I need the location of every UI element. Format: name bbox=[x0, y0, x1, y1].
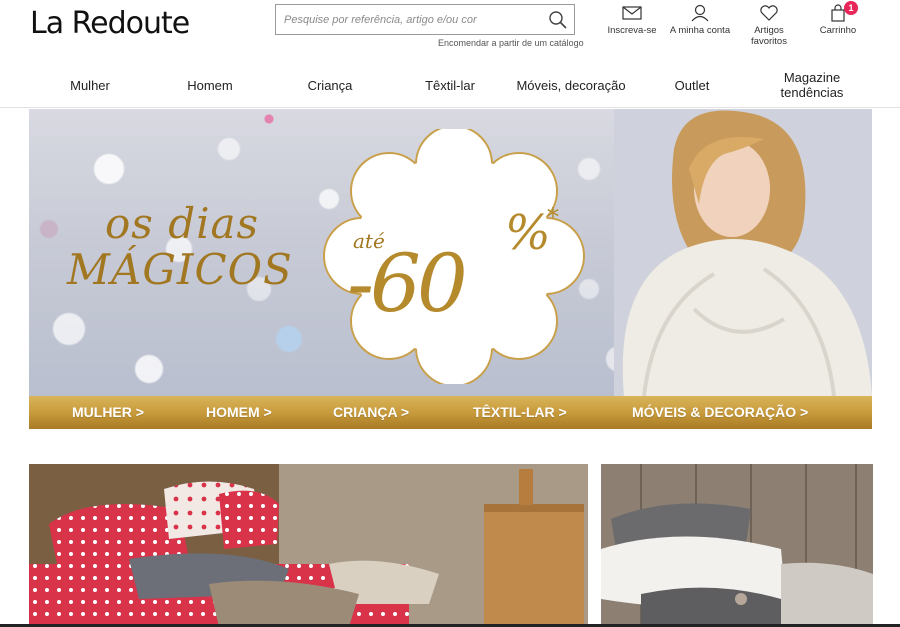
nav-item-textil-lar[interactable]: Têxtil-lar bbox=[410, 62, 490, 108]
hero-banner[interactable]: os dias MÁGICOS até -60 % * MULHER > HOM… bbox=[29, 109, 872, 429]
favorites-button[interactable]: Artigos favoritos bbox=[737, 4, 801, 47]
nav-item-outlet[interactable]: Outlet bbox=[652, 62, 732, 108]
nav-item-magazine-tendencias[interactable]: Magazine tendências bbox=[768, 62, 856, 108]
cart-label: Carrinho bbox=[819, 25, 857, 36]
account-button[interactable]: A minha conta bbox=[668, 4, 732, 36]
bedding-photo bbox=[29, 464, 588, 627]
hero-headline-line1: os dias bbox=[105, 199, 260, 248]
account-label: A minha conta bbox=[669, 25, 731, 36]
heart-icon bbox=[737, 4, 801, 22]
cushion-promo-tile[interactable] bbox=[601, 464, 873, 627]
hero-link-moveis-decoracao[interactable]: MÓVEIS & DECORAÇÃO > bbox=[632, 396, 808, 429]
search-box bbox=[275, 4, 575, 35]
site-header: La Redoute Encomendar a partir de um cat… bbox=[0, 0, 900, 62]
envelope-icon bbox=[600, 4, 664, 22]
model-photo bbox=[614, 109, 872, 396]
promo-asterisk: * bbox=[547, 203, 559, 231]
nav-item-mulher[interactable]: Mulher bbox=[50, 62, 130, 108]
hero-link-mulher[interactable]: MULHER > bbox=[72, 396, 144, 429]
main-nav: Mulher Homem Criança Têxtil-lar Móveis, … bbox=[0, 62, 900, 108]
cushions-photo bbox=[601, 464, 873, 627]
hero-link-homem[interactable]: HOMEM > bbox=[206, 396, 272, 429]
subscribe-label: Inscreva-se bbox=[607, 25, 657, 36]
hero-link-textil-lar[interactable]: TÊXTIL-LAR > bbox=[473, 396, 567, 429]
logo[interactable]: La Redoute bbox=[30, 6, 190, 41]
user-icon bbox=[668, 4, 732, 22]
subscribe-button[interactable]: Inscreva-se bbox=[600, 4, 664, 36]
promo-value: -60 bbox=[347, 237, 468, 330]
catalog-order-link[interactable]: Encomendar a partir de um catálogo bbox=[438, 38, 584, 48]
favorites-label: Artigos favoritos bbox=[751, 25, 787, 47]
search-input[interactable] bbox=[276, 5, 538, 34]
bedding-promo-tile[interactable] bbox=[29, 464, 588, 627]
cart-button[interactable]: 1 Carrinho bbox=[806, 1, 870, 36]
bag-icon bbox=[806, 4, 870, 22]
promo-percent: % bbox=[505, 205, 551, 261]
hero-headline-line2: MÁGICOS bbox=[67, 245, 293, 294]
search-icon[interactable] bbox=[548, 10, 568, 30]
cart-count-badge: 1 bbox=[844, 1, 858, 15]
hero-link-crianca[interactable]: CRIANÇA > bbox=[333, 396, 409, 429]
nav-item-moveis-decoracao[interactable]: Móveis, decoração bbox=[508, 62, 634, 108]
nav-item-crianca[interactable]: Criança bbox=[290, 62, 370, 108]
nav-item-homem[interactable]: Homem bbox=[170, 62, 250, 108]
